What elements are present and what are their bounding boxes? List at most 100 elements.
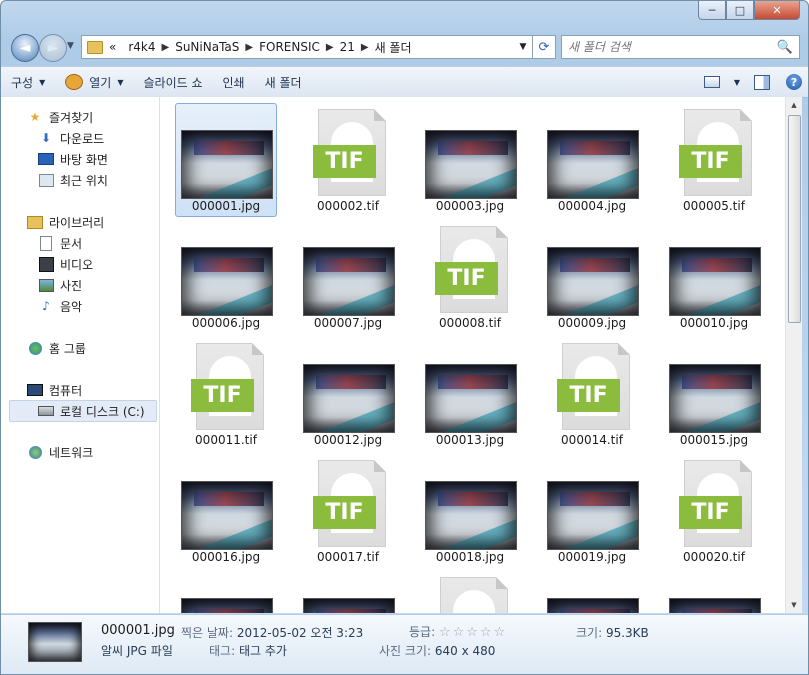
- file-item[interactable]: 000006.jpg: [175, 220, 277, 334]
- address-dropdown[interactable]: ▼: [514, 42, 532, 52]
- search-icon[interactable]: 🔍: [777, 40, 793, 55]
- file-name: 000004.jpg: [557, 199, 627, 213]
- print-button[interactable]: 인쇄: [213, 70, 255, 94]
- jpg-thumbnail: [669, 598, 761, 613]
- file-item[interactable]: 000001.jpg: [175, 103, 277, 217]
- rating-stars[interactable]: ☆☆☆☆☆: [439, 625, 507, 640]
- nav-video[interactable]: 비디오: [38, 254, 93, 274]
- address-bar[interactable]: « r4k4 ▶ SuNiNaTaS ▶ FORENSIC ▶ 21 ▶ 새 폴더 ▼: [81, 35, 533, 59]
- nav-label: 라이브러리: [49, 215, 105, 230]
- nav-homegroup[interactable]: 홈 그룹: [27, 338, 86, 358]
- recent-pages-dropdown[interactable]: ▼: [67, 41, 74, 51]
- file-item[interactable]: TIF: [419, 571, 521, 613]
- tif-file-icon: TIF: [313, 460, 386, 547]
- slideshow-button[interactable]: 슬라이드 쇼: [134, 70, 213, 94]
- nav-pictures[interactable]: 사진: [38, 275, 82, 295]
- open-label: 열기: [89, 75, 112, 90]
- nav-libraries[interactable]: 라이브러리: [27, 212, 104, 232]
- change-view-button[interactable]: [698, 71, 726, 93]
- file-name: 000002.tif: [317, 199, 379, 213]
- tif-file-icon: TIF: [440, 577, 508, 613]
- file-name: 000015.jpg: [679, 433, 749, 447]
- minimize-button[interactable]: ─: [698, 1, 726, 20]
- breadcrumb-separator[interactable]: ▶: [326, 42, 334, 53]
- file-list: 000001.jpg TIF 000002.tif 000003.jpg 000004.…: [160, 97, 785, 613]
- file-item[interactable]: 000016.jpg: [175, 454, 277, 568]
- close-button[interactable]: ✕: [754, 1, 800, 20]
- file-item[interactable]: 000015.jpg: [663, 337, 765, 451]
- view-options-dropdown[interactable]: ▼: [730, 71, 744, 93]
- file-item[interactable]: 000007.jpg: [297, 220, 399, 334]
- back-button[interactable]: ◄: [11, 34, 39, 62]
- file-item[interactable]: 000009.jpg: [541, 220, 643, 334]
- nav-documents[interactable]: 문서: [38, 233, 82, 253]
- file-item[interactable]: TIF 000014.tif: [541, 337, 643, 451]
- help-button[interactable]: ?: [780, 71, 808, 93]
- file-item[interactable]: TIF 000011.tif: [175, 337, 277, 451]
- file-item[interactable]: [297, 571, 399, 613]
- breadcrumb-separator[interactable]: ▶: [245, 42, 253, 53]
- breadcrumb-new-folder[interactable]: 새 폴더: [375, 39, 412, 56]
- size-value: 95.3KB: [605, 626, 649, 640]
- tags-value[interactable]: 태그 추가: [239, 644, 287, 658]
- new-folder-button[interactable]: 새 폴더: [255, 70, 312, 94]
- toolbar-right: ▼ ?: [694, 71, 808, 93]
- file-item[interactable]: TIF 000005.tif: [663, 103, 765, 217]
- file-item[interactable]: 000004.jpg: [541, 103, 643, 217]
- breadcrumb-r4k4[interactable]: r4k4: [128, 40, 155, 54]
- maximize-button[interactable]: □: [726, 1, 754, 20]
- breadcrumb-21[interactable]: 21: [340, 40, 355, 54]
- file-item[interactable]: TIF 000002.tif: [297, 103, 399, 217]
- nav-desktop[interactable]: 바탕 화면: [38, 149, 108, 169]
- file-item[interactable]: 000018.jpg: [419, 454, 521, 568]
- nav-computer[interactable]: 컴퓨터: [27, 380, 82, 400]
- file-item[interactable]: 000013.jpg: [419, 337, 521, 451]
- size-label: 크기:: [576, 626, 603, 640]
- nav-network[interactable]: 네트워크: [27, 442, 93, 462]
- scroll-up-button[interactable]: ▲: [786, 97, 802, 113]
- print-label: 인쇄: [222, 75, 245, 90]
- file-item[interactable]: TIF 000017.tif: [297, 454, 399, 568]
- search-input[interactable]: [562, 39, 770, 55]
- breadcrumb-overflow[interactable]: «: [109, 40, 116, 54]
- file-name: 000013.jpg: [435, 433, 505, 447]
- preview-pane-button[interactable]: [748, 71, 776, 93]
- nav-music[interactable]: ♪ 음악: [38, 296, 82, 316]
- breadcrumb-forensic[interactable]: FORENSIC: [259, 40, 320, 54]
- breadcrumb-separator[interactable]: ▶: [361, 42, 369, 53]
- file-item[interactable]: 000012.jpg: [297, 337, 399, 451]
- vertical-scrollbar[interactable]: ▲ ▼: [785, 97, 802, 613]
- scroll-down-button[interactable]: ▼: [786, 597, 802, 613]
- breadcrumb-separator[interactable]: ▶: [162, 42, 170, 53]
- search-box[interactable]: 🔍: [561, 35, 800, 59]
- file-name: 000009.jpg: [557, 316, 627, 330]
- file-item[interactable]: [663, 571, 765, 613]
- forward-button[interactable]: ►: [39, 34, 67, 62]
- nav-downloads[interactable]: ⬇ 다운로드: [38, 128, 104, 148]
- jpg-thumbnail: [547, 247, 639, 316]
- nav-favorites[interactable]: ★ 즐겨찾기: [27, 107, 94, 127]
- nav-local-disk[interactable]: 로컬 디스크 (C:): [9, 400, 157, 422]
- file-name: 000018.jpg: [435, 550, 505, 564]
- file-item[interactable]: 000010.jpg: [663, 220, 765, 334]
- file-item[interactable]: TIF 000020.tif: [663, 454, 765, 568]
- breadcrumb-suninatas[interactable]: SuNiNaTaS: [175, 40, 239, 54]
- open-button[interactable]: 열기 ▼: [55, 70, 133, 94]
- scroll-thumb[interactable]: [788, 115, 801, 323]
- file-item[interactable]: 000019.jpg: [541, 454, 643, 568]
- file-item[interactable]: [541, 571, 643, 613]
- file-item[interactable]: TIF 000008.tif: [419, 220, 521, 334]
- nav-recent-places[interactable]: 최근 위치: [38, 170, 108, 190]
- jpg-thumbnail: [181, 247, 273, 316]
- file-item[interactable]: 000003.jpg: [419, 103, 521, 217]
- tif-badge: TIF: [191, 379, 254, 412]
- computer-icon: [27, 383, 43, 397]
- organize-button[interactable]: 구성 ▼: [1, 70, 55, 94]
- file-name: 000014.tif: [561, 433, 623, 447]
- refresh-button[interactable]: ⟳: [533, 35, 556, 59]
- nav-label: 사진: [60, 278, 83, 293]
- jpg-thumbnail: [547, 481, 639, 550]
- tif-badge: TIF: [435, 262, 498, 295]
- file-item[interactable]: [175, 571, 277, 613]
- nav-label: 로컬 디스크 (C:): [60, 404, 145, 419]
